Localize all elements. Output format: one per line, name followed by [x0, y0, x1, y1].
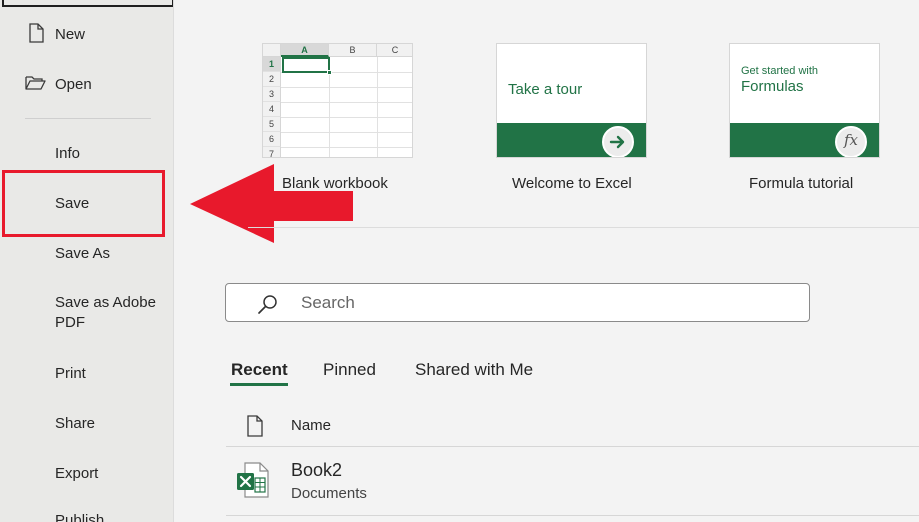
column-header-name[interactable]: Name — [291, 417, 331, 434]
grid-corner — [263, 44, 281, 57]
file-name: Book2 — [291, 460, 343, 480]
new-document-icon — [25, 22, 47, 44]
tab-pinned[interactable]: Pinned — [323, 360, 376, 380]
tab-recent[interactable]: Recent — [231, 360, 288, 380]
grid-row-header: 4 — [263, 102, 281, 117]
blank-workbook-thumbnail: A B C 1 2 3 4 5 6 7 — [262, 43, 413, 158]
folder-open-icon — [25, 72, 47, 94]
active-tab-indicator — [230, 383, 288, 386]
list-item[interactable]: Book2 Documents — [226, 447, 919, 515]
grid-column-header: B — [329, 44, 377, 57]
file-location: Documents — [291, 485, 367, 502]
excel-file-icon — [236, 461, 270, 504]
search-input[interactable] — [301, 292, 781, 314]
grid-row-header: 1 — [263, 57, 281, 72]
nav-save-label: Save — [55, 195, 90, 212]
section-divider — [248, 227, 919, 228]
nav-export-label: Export — [55, 465, 99, 482]
nav-share-label: Share — [55, 415, 96, 432]
grid-row-header: 3 — [263, 87, 281, 102]
search-box[interactable] — [225, 283, 810, 322]
grid-column-header: A — [281, 44, 329, 57]
formula-thumbnail: Get started with Formulas fx — [729, 43, 880, 158]
thumbnail-text: Formulas — [741, 78, 804, 95]
nav-publish-label: Publish — [55, 512, 105, 522]
fill-handle — [327, 70, 332, 75]
list-divider — [226, 515, 919, 516]
template-label: Formula tutorial — [749, 175, 854, 192]
nav-info-label: Info — [55, 145, 81, 162]
grid-line — [281, 87, 412, 88]
active-cell — [282, 57, 330, 73]
tab-shared-with-me[interactable]: Shared with Me — [415, 360, 533, 380]
grid-line — [281, 117, 412, 118]
nav-open-label: Open — [55, 76, 92, 93]
nav-info[interactable]: Info — [0, 145, 173, 165]
template-label: Welcome to Excel — [512, 175, 632, 192]
nav-new[interactable]: New — [0, 22, 173, 46]
nav-save-pdf-label: Save as Adobe PDF — [55, 294, 156, 331]
grid-row-header: 2 — [263, 72, 281, 87]
grid-line — [281, 132, 412, 133]
red-arrow-icon — [190, 164, 354, 249]
grid-row-header: 6 — [263, 132, 281, 147]
search-icon — [257, 293, 279, 320]
arrow-right-icon — [602, 126, 634, 157]
nav-publish[interactable]: Publish — [0, 512, 173, 522]
grid-row-header: 5 — [263, 117, 281, 132]
function-icon: fx — [835, 126, 867, 157]
back-button-frame[interactable] — [2, 0, 173, 7]
nav-export[interactable]: Export — [0, 465, 173, 485]
grid-row-header: 7 — [263, 147, 281, 157]
nav-save-as[interactable]: Save As — [0, 245, 173, 265]
grid-line — [281, 147, 412, 148]
fx-glyph: fx — [843, 131, 858, 149]
nav-print-label: Print — [55, 365, 86, 382]
nav-new-label: New — [55, 26, 86, 43]
nav-save-as-label: Save As — [55, 245, 111, 262]
thumbnail-subtext: Get started with — [741, 65, 819, 77]
backstage-sidebar: New Open Info Save Save As Save as Adobe… — [0, 0, 174, 522]
nav-save-as-adobe-pdf[interactable]: Save as Adobe PDF — [0, 294, 173, 335]
thumbnail-text: Take a tour — [508, 81, 583, 98]
grid-column-header: C — [377, 44, 412, 57]
grid-line — [281, 102, 412, 103]
nav-print[interactable]: Print — [0, 365, 173, 385]
sidebar-divider — [25, 118, 151, 119]
nav-open[interactable]: Open — [0, 72, 173, 96]
document-icon — [246, 415, 264, 442]
nav-share[interactable]: Share — [0, 415, 173, 435]
welcome-thumbnail: Take a tour — [496, 43, 647, 158]
nav-save[interactable]: Save — [0, 195, 173, 215]
